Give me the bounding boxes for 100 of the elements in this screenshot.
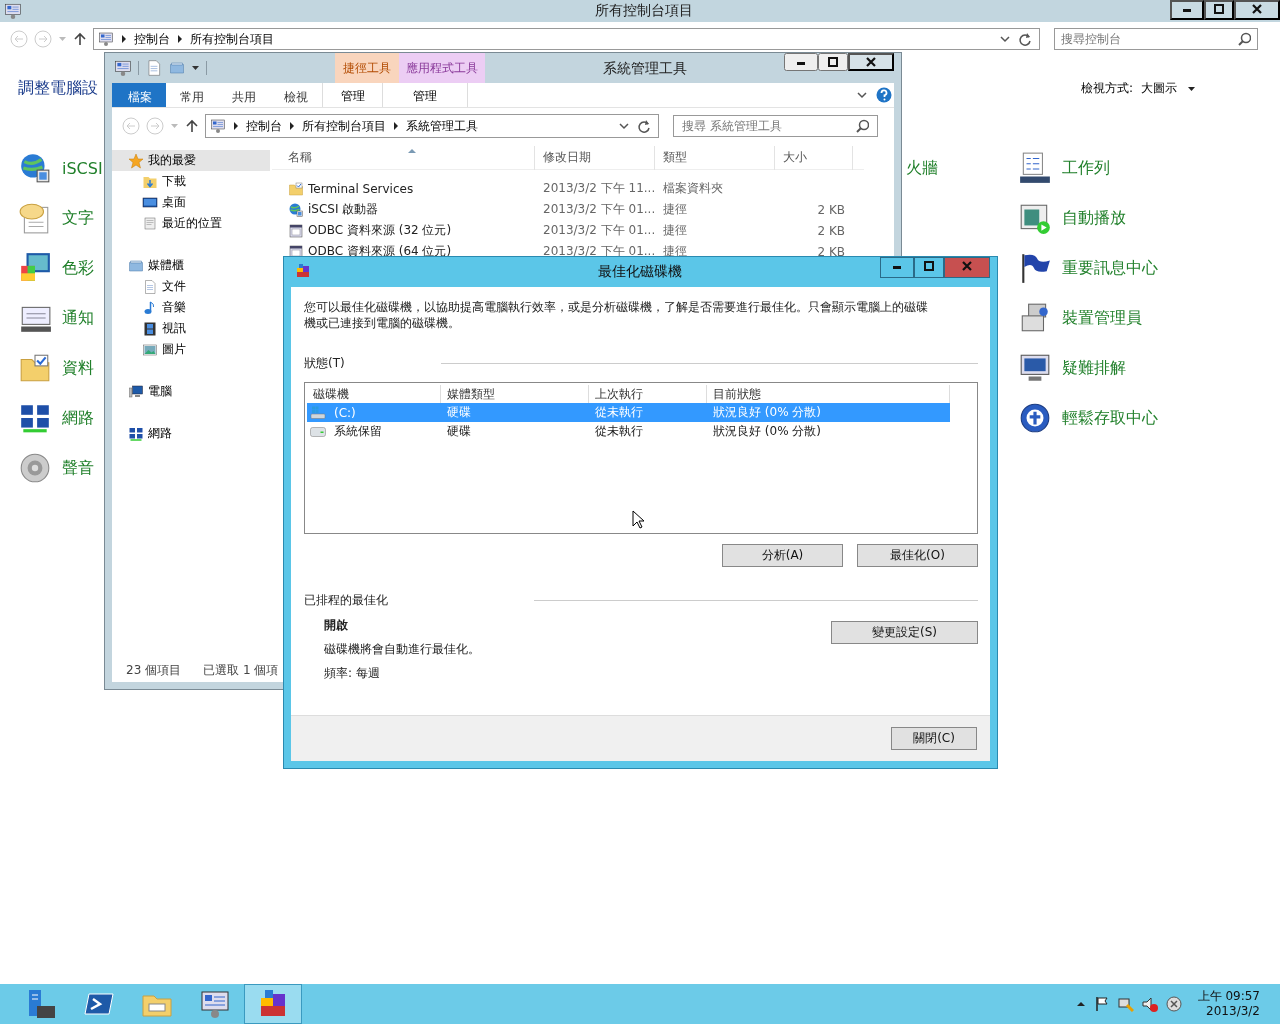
file-name[interactable]: iSCSI 啟動器	[308, 201, 379, 218]
nav-item[interactable]: 最近的位置	[112, 213, 270, 234]
table-cell-text: 捷徑	[662, 243, 688, 260]
address-bar[interactable]: 控制台 所有控制台項目	[93, 28, 1040, 50]
breadcrumb[interactable]: 控制台	[134, 30, 170, 48]
cancel-icon[interactable]	[1165, 996, 1182, 1012]
ribbon-tab[interactable]: 檢視	[270, 83, 322, 107]
control-panel-icon	[18, 451, 52, 485]
breadcrumb[interactable]: 控制台	[246, 117, 282, 135]
control-panel-link[interactable]: 疑難排解	[1062, 357, 1126, 379]
refresh-icon[interactable]	[636, 118, 652, 134]
taskbar-button[interactable]	[244, 984, 302, 1024]
control-panel-link[interactable]: 輕鬆存取中心	[1062, 407, 1158, 429]
flag-icon[interactable]	[1093, 996, 1110, 1012]
table-cell-text: 捷徑	[662, 222, 688, 239]
file-name[interactable]: Terminal Services	[308, 181, 414, 196]
action-button[interactable]: 分析(A)	[722, 544, 843, 567]
nav-item[interactable]: 音樂	[112, 297, 270, 318]
chevron-down-icon[interactable]	[999, 33, 1011, 45]
chevron-down-icon[interactable]	[618, 120, 630, 132]
ribbon-tab[interactable]: 共用	[218, 83, 270, 107]
column-header[interactable]: 名稱	[272, 145, 535, 170]
nav-item[interactable]: 桌面	[112, 192, 270, 213]
refresh-icon[interactable]	[1017, 31, 1033, 47]
muted-speaker-icon[interactable]	[1141, 996, 1158, 1012]
control-panel-link[interactable]: 裝置管理員	[1062, 307, 1142, 329]
control-panel-link[interactable]: 自動播放	[1062, 207, 1126, 229]
view-label: 檢視方式:	[1080, 80, 1133, 97]
close-dialog-button[interactable]: 關閉(C)	[891, 727, 977, 750]
up-icon[interactable]	[73, 31, 87, 47]
table-cell: 2 KB	[817, 244, 845, 259]
maximize-button[interactable]	[914, 257, 944, 278]
nav-item[interactable]: 我的最愛	[112, 150, 270, 171]
control-panel-link[interactable]: 火牆	[906, 157, 938, 179]
system-drive-icon	[310, 404, 326, 421]
nav-item[interactable]: 圖片	[112, 339, 270, 360]
nav-item[interactable]: 文件	[112, 276, 270, 297]
page-heading: 調整電腦設	[18, 78, 98, 99]
document-icon	[142, 278, 158, 295]
search-field[interactable]: 搜尋 系統管理工具	[673, 115, 878, 137]
maximize-button[interactable]	[1204, 0, 1234, 20]
control-panel-link[interactable]: 文字	[62, 207, 94, 229]
tool-group-header: 捷徑工具	[335, 53, 399, 83]
frequency-text: 頻率: 每週	[324, 665, 381, 682]
control-panel-icon	[18, 151, 52, 185]
view-dropdown[interactable]: 大圖示	[1141, 80, 1196, 97]
help-icon[interactable]	[876, 87, 892, 103]
caret-icon[interactable]	[191, 63, 200, 73]
nav-item[interactable]: 網路	[112, 423, 270, 444]
control-panel-link[interactable]: 聲音	[62, 457, 94, 479]
table-cell: 2 KB	[817, 202, 845, 217]
breadcrumb[interactable]: 所有控制台項目	[302, 117, 386, 135]
control-panel-link[interactable]: 通知	[62, 307, 94, 329]
control-panel-link[interactable]: iSCSI	[62, 158, 103, 178]
app-icon	[4, 2, 22, 20]
breadcrumb[interactable]: 系統管理工具	[406, 117, 478, 135]
control-panel-link[interactable]: 色彩	[62, 257, 94, 279]
action-button[interactable]: 最佳化(O)	[857, 544, 978, 567]
sort-icon	[408, 148, 416, 154]
ribbon-tab[interactable]: 檔案	[112, 83, 166, 107]
description-text: 您可以最佳化磁碟機，以協助提高電腦執行效率，或是分析磁碟機，了解是否需要進行最佳化。只會顯示電腦上的磁碟機或已連接到電腦的磁碟機。	[304, 299, 929, 331]
nav-item[interactable]: 視訊	[112, 318, 270, 339]
address-bar[interactable]: 控制台 所有控制台項目 系統管理工具	[205, 114, 659, 138]
clock[interactable]: 上午 09:57 2013/3/2	[1197, 989, 1260, 1019]
up-icon[interactable]	[185, 118, 199, 134]
control-panel-link[interactable]: 重要訊息中心	[1062, 257, 1158, 279]
breadcrumb[interactable]: 所有控制台項目	[190, 30, 274, 48]
file-name[interactable]: ODBC 資料來源 (32 位元)	[308, 222, 452, 239]
search-icon[interactable]	[1237, 32, 1251, 46]
column-header[interactable]: 類型	[655, 145, 775, 170]
column-header[interactable]: 修改日期	[535, 145, 655, 170]
computer-icon	[128, 383, 144, 400]
panel-icon	[98, 31, 114, 47]
minimize-button[interactable]	[784, 53, 818, 71]
star-icon	[128, 152, 144, 169]
close-icon	[961, 260, 973, 272]
column-header[interactable]: 大小	[775, 145, 853, 170]
ribbon-tab[interactable]: 常用	[166, 83, 218, 107]
chevron-down-icon[interactable]	[856, 89, 868, 101]
control-panel-link[interactable]: 工作列	[1062, 157, 1110, 179]
control-panel-link[interactable]: 網路	[62, 407, 94, 429]
nav-item[interactable]: 下載	[112, 171, 270, 192]
window-title: 最佳化磁碟機	[597, 263, 682, 281]
recent-icon	[142, 215, 158, 232]
search-icon[interactable]	[855, 119, 869, 133]
maximize-icon	[827, 56, 839, 68]
minimize-button[interactable]	[880, 257, 914, 278]
close-button[interactable]	[1234, 0, 1280, 20]
minimize-button[interactable]	[1170, 0, 1204, 20]
drive-row[interactable]: 系統保留 硬碟 從未執行 狀況良好 (0% 分散)	[307, 422, 950, 441]
table-cell-text: 2013/3/2 下午 01...	[542, 222, 655, 239]
schedule-note: 磁碟機將會自動進行最佳化。	[324, 641, 480, 658]
nav-item[interactable]: 電腦	[112, 381, 270, 402]
search-field[interactable]: 搜尋控制台	[1054, 28, 1258, 50]
control-panel-link[interactable]: 資料	[62, 357, 94, 379]
close-button[interactable]	[848, 53, 894, 71]
chevron-up-icon[interactable]	[1075, 1000, 1086, 1008]
maximize-button[interactable]	[818, 53, 848, 71]
settings-button[interactable]: 變更設定(S)	[831, 621, 978, 644]
nav-item[interactable]: 媒體櫃	[112, 255, 270, 276]
